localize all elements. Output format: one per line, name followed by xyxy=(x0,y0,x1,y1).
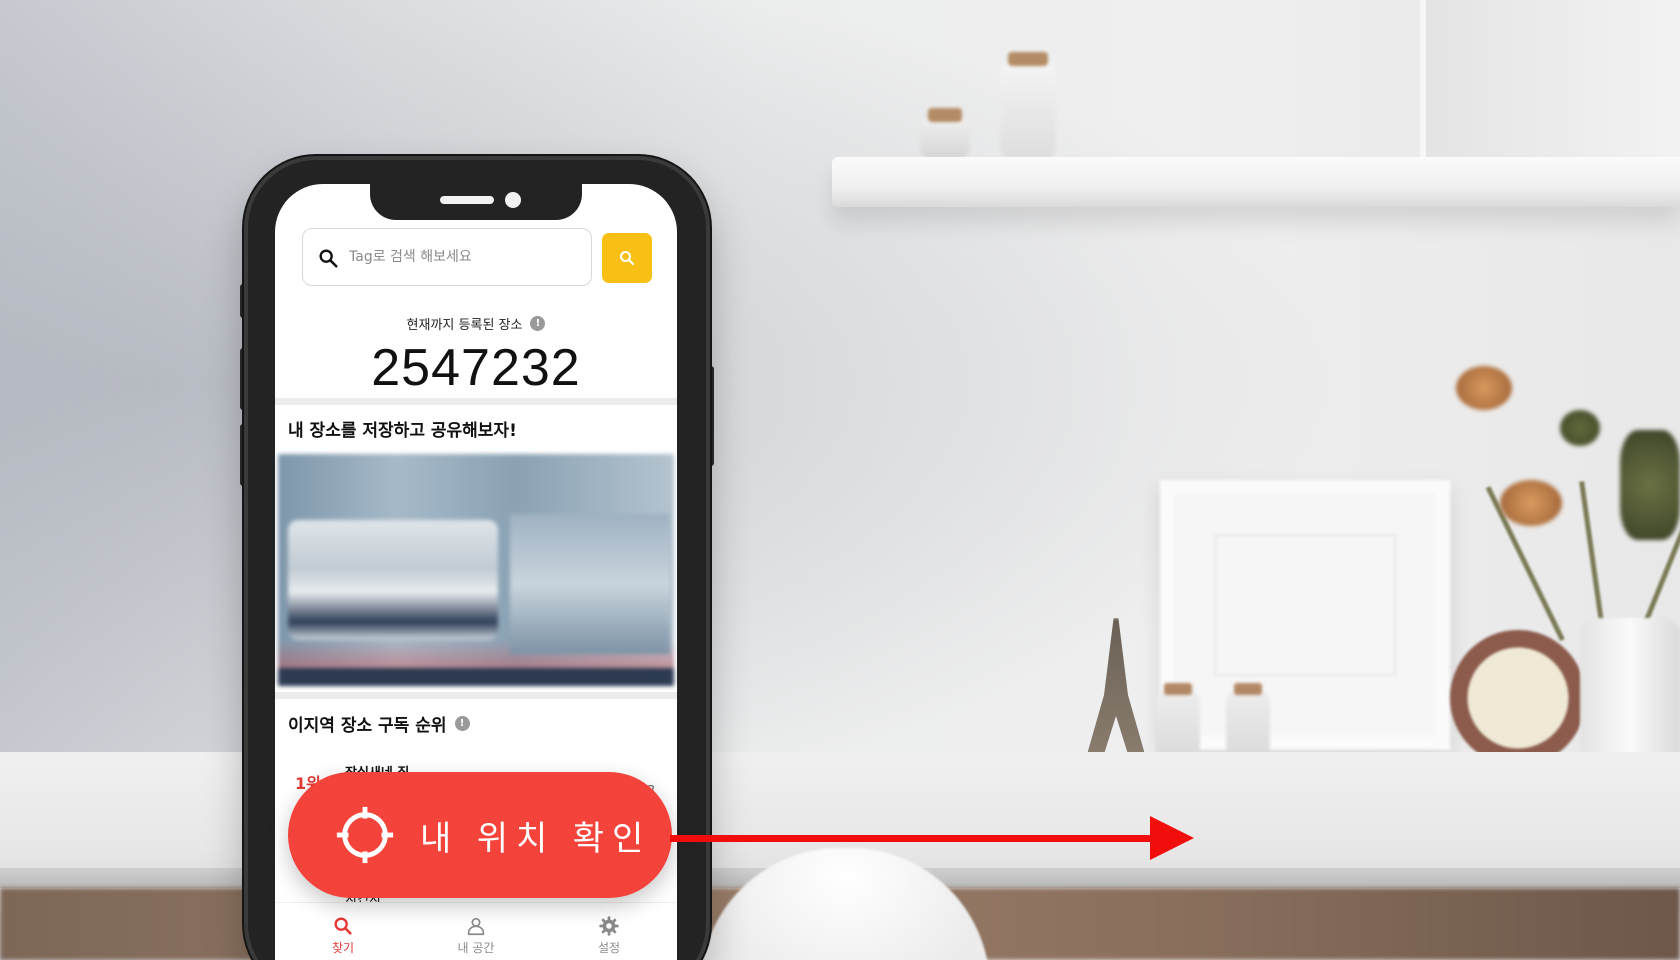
ranking-header: 이지역 장소 구독 순위 ! xyxy=(288,711,470,736)
dried-flower xyxy=(1456,366,1512,410)
nav-find-label: 찾기 xyxy=(331,941,355,955)
nav-find[interactable]: 찾기 xyxy=(293,915,393,956)
registered-places-count: 2547232 xyxy=(371,339,581,397)
info-icon[interactable]: ! xyxy=(530,316,546,331)
nav-settings-label: 설정 xyxy=(597,941,621,955)
dried-flower xyxy=(1620,430,1680,540)
ranking-title: 이지역 장소 구독 순위 xyxy=(288,716,447,736)
dried-flower xyxy=(1560,410,1600,446)
crosshair-icon xyxy=(336,806,394,864)
alarm-clock xyxy=(1450,630,1586,766)
vase xyxy=(1580,618,1680,768)
phone-notch xyxy=(370,184,582,220)
my-location-button[interactable]: 내 위치 확인 xyxy=(288,772,672,898)
picture-frame xyxy=(1160,480,1450,750)
shelf-jar xyxy=(1000,52,1056,158)
wall-shelf xyxy=(832,157,1680,207)
nav-my-space[interactable]: 내 공간 xyxy=(426,915,526,956)
search-icon xyxy=(619,250,635,266)
nav-settings[interactable]: 설정 xyxy=(559,915,659,956)
wall-panel xyxy=(1420,0,1680,160)
registered-places-header: 현재까지 등록된 장소 ! xyxy=(275,314,677,333)
search-icon xyxy=(334,917,352,935)
section-divider xyxy=(275,398,677,405)
gear-icon xyxy=(599,916,619,936)
promo-banner-image[interactable] xyxy=(278,454,674,686)
info-icon[interactable]: ! xyxy=(454,716,470,731)
camera xyxy=(505,192,521,208)
person-icon xyxy=(467,917,485,936)
search-box[interactable] xyxy=(302,228,592,286)
arrow-line xyxy=(670,835,1160,842)
bottom-navigation: 찾기 내 공간 설정 xyxy=(275,902,677,960)
search-button[interactable] xyxy=(602,233,652,283)
speaker xyxy=(440,196,494,204)
section-divider xyxy=(275,692,677,699)
nav-my-space-label: 내 공간 xyxy=(457,941,495,955)
search-icon xyxy=(319,249,338,268)
shelf-jar xyxy=(920,108,970,158)
promo-title: 내 장소를 저장하고 공유해보자! xyxy=(288,421,517,441)
search-input[interactable] xyxy=(349,239,579,275)
registered-places-label: 현재까지 등록된 장소 xyxy=(406,318,523,333)
dried-flower xyxy=(1500,480,1562,526)
arrow-head-icon xyxy=(1150,816,1194,860)
my-location-label: 내 위치 확인 xyxy=(420,819,652,858)
